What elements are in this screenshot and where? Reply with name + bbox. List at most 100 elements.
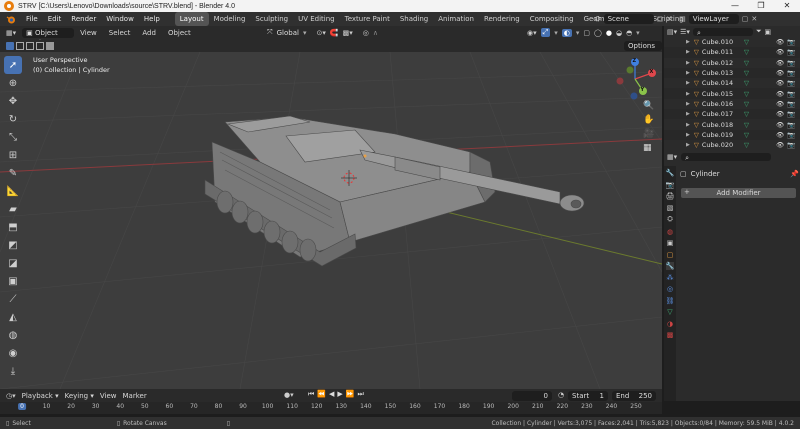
expand-arrow-icon[interactable]: ▶: [686, 70, 690, 76]
proportional-edit-icon[interactable]: ◎: [363, 29, 369, 37]
expand-arrow-icon[interactable]: ▶: [686, 142, 690, 148]
properties-search-input[interactable]: ⌕: [681, 153, 772, 162]
mesh-data-icon[interactable]: ▽: [744, 110, 749, 118]
snap-target-icon[interactable]: ▩▾: [343, 29, 353, 37]
mesh-data-icon[interactable]: ▽: [744, 131, 749, 139]
play-icon[interactable]: ▶: [337, 390, 342, 399]
expand-arrow-icon[interactable]: ▶: [686, 122, 690, 128]
expand-arrow-icon[interactable]: ▶: [686, 101, 690, 107]
options-dropdown[interactable]: Options ▾: [624, 41, 662, 60]
outliner-row[interactable]: ▶ ▽ Cube.013 ▽ 👁 📷: [664, 67, 800, 79]
visibility-icon[interactable]: ◉▾: [527, 29, 537, 37]
loop-cut-tool-icon[interactable]: ▣: [4, 272, 22, 290]
menu-timeline-view[interactable]: View: [100, 392, 117, 400]
select-mode-subtract-icon[interactable]: [26, 42, 34, 50]
render-camera-icon[interactable]: 📷: [787, 90, 795, 98]
select-tool-icon[interactable]: ➚: [4, 56, 22, 74]
navigation-gizmo[interactable]: Z X Y: [612, 56, 658, 102]
mesh-data-icon[interactable]: ▽: [744, 69, 749, 77]
outliner-row[interactable]: ▶ ▽ Cube.015 ▽ 👁 📷: [664, 88, 800, 99]
jump-end-icon[interactable]: ⏭: [358, 390, 364, 399]
expand-arrow-icon[interactable]: ▶: [686, 111, 690, 117]
particles-tab-icon[interactable]: ⁂: [667, 274, 674, 282]
menu-marker[interactable]: Marker: [123, 392, 147, 400]
mode-selector[interactable]: ▣ Object Mode: [22, 28, 75, 47]
physics-tab-icon[interactable]: ◎: [667, 285, 673, 293]
smooth-tool-icon[interactable]: ◉: [4, 344, 22, 362]
outliner-editor-icon[interactable]: ▤▾: [667, 28, 677, 36]
visibility-eye-icon[interactable]: 👁: [776, 79, 784, 87]
new-view-layer-icon[interactable]: ▢: [742, 15, 749, 23]
object-tab-icon[interactable]: ▢: [667, 251, 674, 259]
tab-texture-paint[interactable]: Texture Paint: [340, 12, 395, 26]
annotate-tool-icon[interactable]: ✎: [4, 164, 22, 182]
mesh-data-icon[interactable]: ▽: [744, 90, 749, 98]
jump-keyframe-back-icon[interactable]: ⏪: [317, 390, 326, 399]
gizmo-icon[interactable]: ⤢: [540, 28, 551, 37]
shading-solid-icon[interactable]: ●: [606, 29, 612, 37]
select-mode-new-icon[interactable]: [6, 42, 14, 50]
extrude-tool-icon[interactable]: ⬒: [4, 218, 22, 236]
tab-animation[interactable]: Animation: [433, 12, 479, 26]
shading-dropdown-icon[interactable]: ▾: [636, 29, 640, 37]
tab-modeling[interactable]: Modeling: [209, 12, 251, 26]
outliner-row[interactable]: ▶ ▽ Cube.020 ▽ 👁 📷: [664, 139, 800, 150]
menu-object[interactable]: Object: [162, 29, 197, 37]
visibility-eye-icon[interactable]: 👁: [776, 59, 784, 67]
mesh-data-icon[interactable]: ▽: [744, 141, 749, 149]
modifier-tab-icon[interactable]: 🔧: [665, 262, 675, 270]
transform-tool-icon[interactable]: ⊞: [4, 146, 22, 164]
render-camera-icon[interactable]: 📷: [787, 141, 795, 149]
render-camera-icon[interactable]: 📷: [787, 79, 795, 87]
editor-type-icon[interactable]: ▦▾: [6, 29, 16, 37]
world-tab-icon[interactable]: ◍: [667, 228, 673, 236]
render-tab-icon[interactable]: 📷: [666, 181, 675, 189]
render-camera-icon[interactable]: 📷: [787, 100, 795, 108]
menu-playback[interactable]: Playback ▾: [22, 392, 59, 400]
measure-tool-icon[interactable]: 📐: [4, 182, 22, 200]
render-camera-icon[interactable]: 📷: [787, 121, 795, 129]
new-scene-icon[interactable]: ▢: [657, 15, 664, 23]
add-modifier-button[interactable]: + Add Modifier: [681, 188, 796, 198]
menu-add[interactable]: Add: [136, 29, 162, 37]
camera-icon[interactable]: 🎥: [643, 129, 654, 139]
end-frame-field[interactable]: End 250: [612, 391, 656, 401]
zoom-icon[interactable]: 🔍: [643, 101, 654, 111]
stopwatch-icon[interactable]: ◔: [558, 391, 564, 399]
menu-select[interactable]: Select: [103, 29, 137, 37]
view-layer-selector[interactable]: ViewLayer: [688, 14, 739, 24]
expand-arrow-icon[interactable]: ▶: [686, 49, 690, 55]
scale-tool-icon[interactable]: ⤡: [4, 128, 22, 146]
render-camera-icon[interactable]: 📷: [787, 110, 795, 118]
render-camera-icon[interactable]: 📷: [787, 69, 795, 77]
add-cube-tool-icon[interactable]: ▰: [4, 200, 22, 218]
expand-arrow-icon[interactable]: ▶: [686, 60, 690, 66]
pivot-icon[interactable]: ⊙▾: [316, 29, 325, 37]
shading-wireframe-icon[interactable]: ◯: [594, 29, 602, 37]
outliner-row[interactable]: ▶ ▽ Cube.010 ▽ 👁 📷: [664, 37, 800, 48]
pin-icon[interactable]: 📌: [790, 170, 799, 178]
mesh-data-icon[interactable]: ▽: [744, 79, 749, 87]
visibility-eye-icon[interactable]: 👁: [776, 90, 784, 98]
scene-tab-icon[interactable]: ⛭: [667, 215, 673, 224]
mesh-data-icon[interactable]: ▽: [744, 48, 749, 56]
outliner-search-input[interactable]: ⌕: [692, 27, 753, 37]
overlays-dropdown-icon[interactable]: ▾: [576, 29, 580, 37]
jump-keyframe-forward-icon[interactable]: ⏩: [346, 390, 355, 399]
knife-tool-icon[interactable]: ⟋: [4, 290, 22, 308]
gizmo-dropdown-icon[interactable]: ▾: [554, 29, 558, 37]
new-collection-icon[interactable]: ▣: [765, 28, 772, 36]
tab-uv-editing[interactable]: UV Editing: [293, 12, 340, 26]
visibility-eye-icon[interactable]: 👁: [776, 38, 784, 46]
rotate-tool-icon[interactable]: ↻: [4, 110, 22, 128]
outliner-row[interactable]: ▶ ▽ Cube.016 ▽ 👁 📷: [664, 98, 800, 110]
menu-window[interactable]: Window: [101, 12, 139, 26]
mesh-data-icon[interactable]: ▽: [744, 38, 749, 46]
timeline-editor-icon[interactable]: ◷▾: [6, 392, 16, 400]
data-tab-icon[interactable]: ▽: [667, 308, 672, 316]
delete-view-layer-icon[interactable]: ✕: [751, 15, 757, 23]
delete-scene-icon[interactable]: ✕: [666, 15, 672, 23]
falloff-icon[interactable]: ∧: [373, 29, 378, 37]
spin-tool-icon[interactable]: ◍: [4, 326, 22, 344]
jump-start-icon[interactable]: ⏮: [308, 390, 314, 399]
